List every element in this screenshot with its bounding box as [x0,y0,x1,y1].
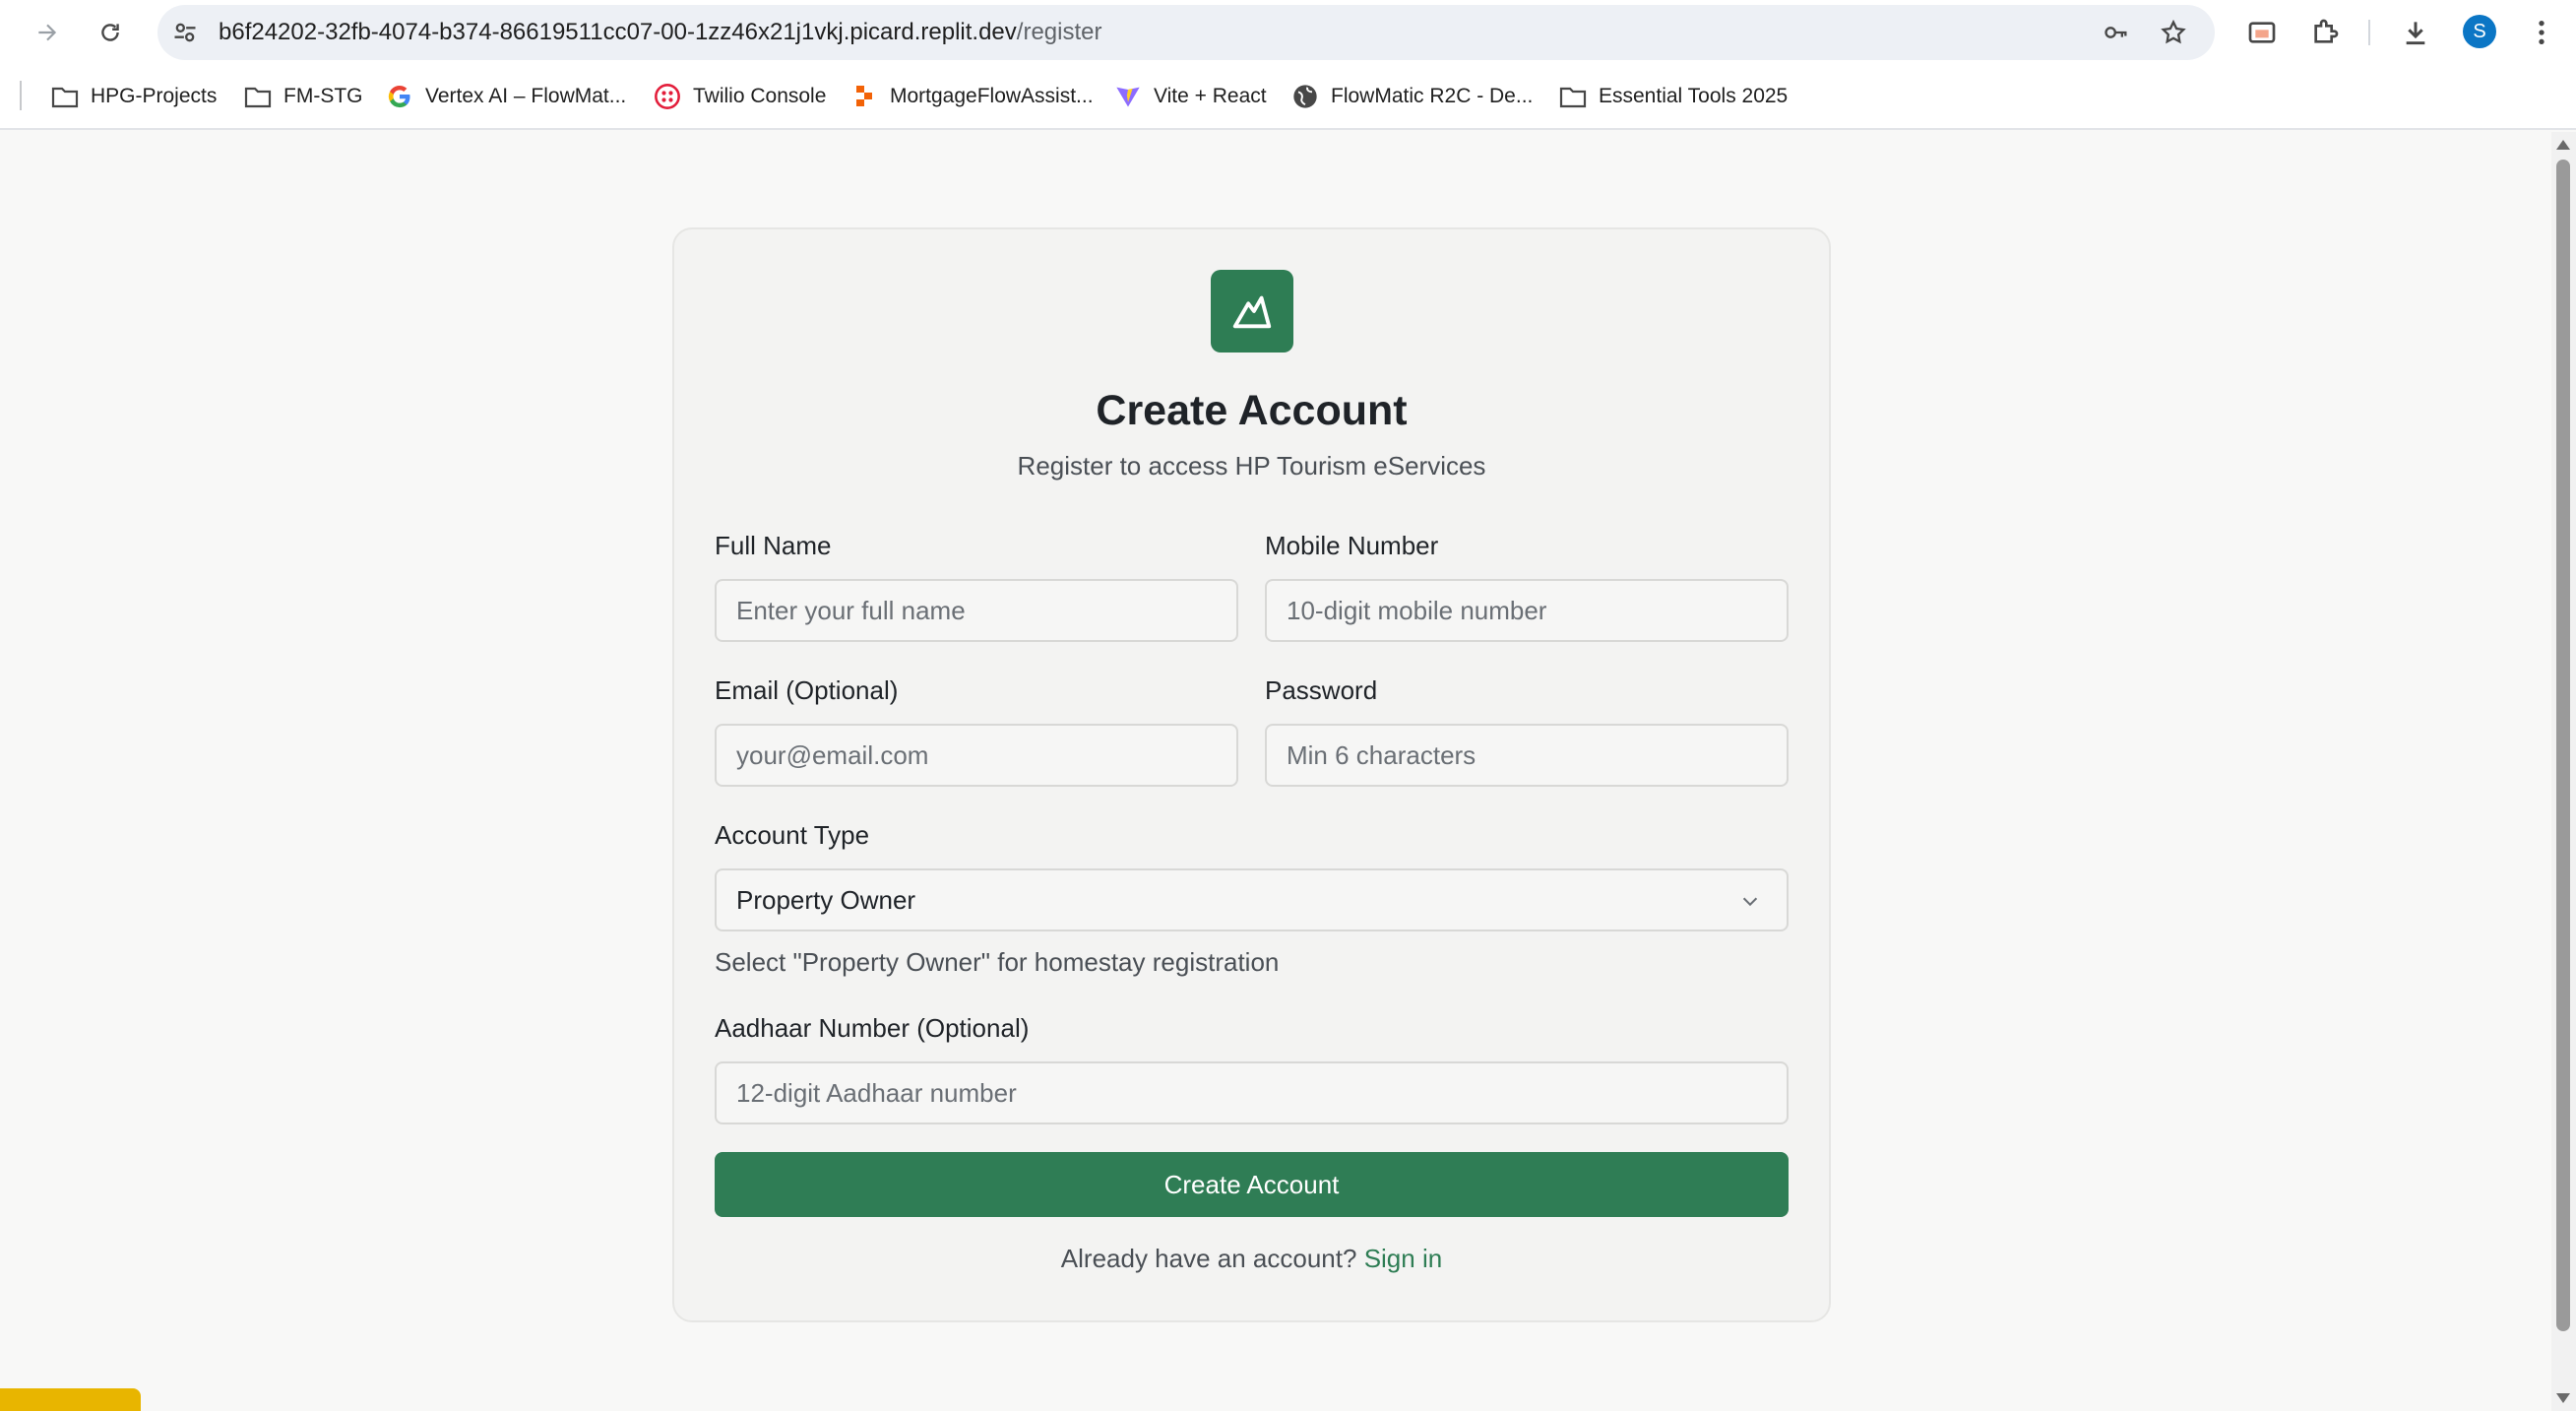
account-type-label: Account Type [715,820,870,850]
password-input[interactable] [1265,724,1789,787]
full-name-label: Full Name [715,531,832,560]
url-host: b6f24202-32fb-4074-b374-86619511cc07-00-… [219,19,1017,45]
bookmark-essential-tools[interactable]: Essential Tools 2025 [1559,79,1788,114]
url-path: /register [1016,19,1102,45]
bookmarks-bar: HPG-Projects FM-STG Vertex AI – FlowMat.… [0,65,2576,130]
create-account-button[interactable]: Create Account [715,1152,1789,1217]
bookmark-fm-stg[interactable]: FM-STG [244,79,362,114]
extensions-icon[interactable] [2309,17,2341,48]
bookmark-label: Vertex AI – FlowMat... [425,85,627,107]
scroll-down-arrow[interactable] [2556,1393,2570,1403]
bookmark-flowmatic-r2c[interactable]: FlowMatic R2C - De... [1291,79,1533,114]
bookmarks-separator [20,81,22,110]
forward-button[interactable] [28,13,67,52]
bookmark-label: FM-STG [283,85,363,107]
bookmark-label: Twilio Console [693,85,827,107]
bookmark-label: HPG-Projects [91,85,218,107]
screen-cast-icon[interactable] [2246,17,2278,48]
key-icon[interactable] [2103,19,2130,46]
aadhaar-label: Aadhaar Number (Optional) [715,1013,1030,1043]
arrow-right-icon [38,24,57,41]
star-icon[interactable] [2160,19,2187,46]
signin-prompt: Already have an account? [1060,1244,1357,1273]
account-type-hint: Select "Property Owner" for homestay reg… [715,947,1280,977]
download-icon[interactable] [2400,17,2431,48]
bookmark-mortgageflowassist[interactable]: MortgageFlowAssist... [850,79,1094,114]
bookmark-label: MortgageFlowAssist... [890,85,1094,107]
account-type-value: Property Owner [736,885,916,915]
folder-icon [244,83,272,110]
browser-toolbar: b6f24202-32fb-4074-b374-86619511cc07-00-… [0,0,2576,65]
aadhaar-input[interactable] [715,1061,1789,1124]
page-body: Create Account Register to access HP Tou… [0,132,2551,1411]
reload-button[interactable] [91,13,130,52]
more-menu-icon[interactable] [2526,17,2557,48]
scroll-up-arrow[interactable] [2556,140,2570,150]
full-name-input[interactable] [715,579,1238,642]
url-text[interactable]: b6f24202-32fb-4074-b374-86619511cc07-00-… [219,5,1101,60]
chevron-down-icon [1742,897,1758,907]
scroll-thumb[interactable] [2556,160,2570,1331]
reload-icon [101,24,119,41]
twilio-icon [654,83,681,110]
mobile-number-label: Mobile Number [1265,531,1439,560]
bookmark-label: FlowMatic R2C - De... [1331,85,1534,107]
mobile-number-input[interactable] [1265,579,1789,642]
register-card: Create Account Register to access HP Tou… [672,227,1831,1322]
app-logo [1211,270,1293,353]
bookmark-vite-react[interactable]: Vite + React [1114,79,1267,114]
page-title: Create Account [1096,387,1408,434]
account-type-select[interactable]: Property Owner [715,868,1789,931]
bookmark-label: Essential Tools 2025 [1599,85,1789,107]
site-settings-icon[interactable] [171,19,199,46]
vite-icon [1114,83,1142,110]
folder-icon [51,83,79,110]
sign-in-link[interactable]: Sign in [1364,1244,1443,1273]
bookmark-hpg-projects[interactable]: HPG-Projects [51,79,217,114]
bookmark-vertex-ai[interactable]: Vertex AI – FlowMat... [386,79,626,114]
email-label: Email (Optional) [715,675,899,705]
bookmark-twilio-console[interactable]: Twilio Console [654,79,826,114]
toolbar-divider [2368,20,2370,45]
password-label: Password [1265,675,1378,705]
corner-badge[interactable] [0,1388,141,1411]
page-scrollbar[interactable] [2551,132,2576,1411]
replit-icon [850,83,878,110]
mountain-icon [1232,295,1272,329]
address-bar[interactable]: b6f24202-32fb-4074-b374-86619511cc07-00-… [157,5,2215,60]
google-icon [386,83,413,110]
email-input[interactable] [715,724,1238,787]
globe-icon [1291,83,1319,110]
bookmark-label: Vite + React [1154,85,1267,107]
page-subtitle: Register to access HP Tourism eServices [1017,451,1486,481]
signin-row: Already have an account? Sign in [674,1244,1829,1274]
profile-avatar[interactable]: S [2463,15,2496,48]
folder-icon [1559,83,1587,110]
